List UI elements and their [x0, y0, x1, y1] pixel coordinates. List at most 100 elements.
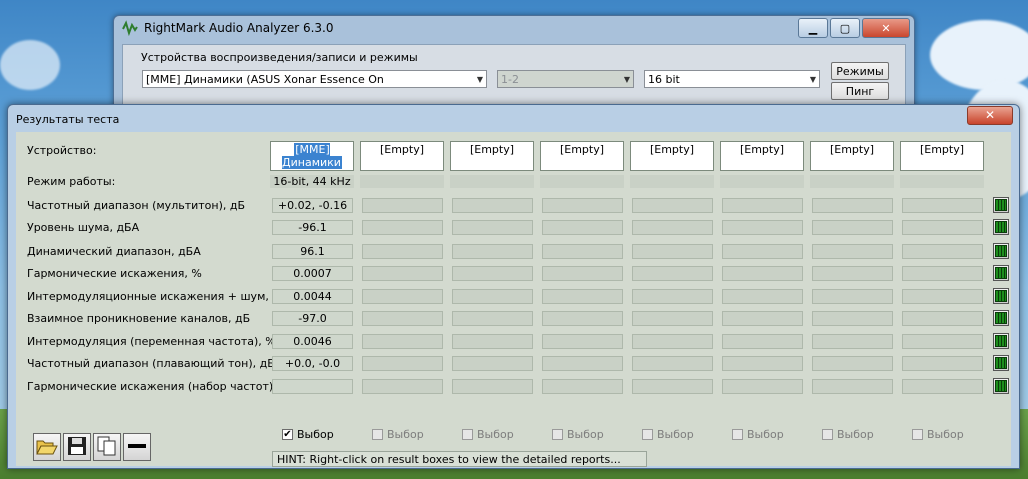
result-cell[interactable]: [722, 311, 803, 326]
result-cell[interactable]: [812, 356, 893, 371]
result-cell[interactable]: [362, 266, 443, 281]
result-cell[interactable]: [542, 198, 623, 213]
result-cell[interactable]: [632, 220, 713, 235]
result-cell[interactable]: 0.0046: [272, 334, 353, 349]
select-checkbox-2[interactable]: Выбор: [372, 428, 424, 441]
result-cell[interactable]: [542, 244, 623, 259]
result-cell[interactable]: [812, 379, 893, 394]
result-cell[interactable]: [452, 220, 533, 235]
result-cell[interactable]: [362, 289, 443, 304]
result-cell[interactable]: [812, 334, 893, 349]
report-grid-button[interactable]: [993, 310, 1009, 326]
device-box-6[interactable]: [Empty]: [720, 141, 804, 171]
select-checkbox-6[interactable]: Выбор: [732, 428, 784, 441]
result-cell[interactable]: [812, 266, 893, 281]
result-cell[interactable]: [722, 266, 803, 281]
result-cell[interactable]: [902, 356, 983, 371]
result-cell[interactable]: [722, 356, 803, 371]
result-cell[interactable]: [902, 334, 983, 349]
result-cell[interactable]: +0.0, -0.0: [272, 356, 353, 371]
result-cell[interactable]: [722, 334, 803, 349]
modes-button[interactable]: Режимы: [831, 62, 889, 80]
result-cell[interactable]: [542, 379, 623, 394]
select-checkbox-7[interactable]: Выбор: [822, 428, 874, 441]
result-cell[interactable]: [902, 311, 983, 326]
minimize-button[interactable]: ▁: [798, 18, 828, 38]
result-cell[interactable]: [632, 244, 713, 259]
maximize-button[interactable]: ▢: [830, 18, 860, 38]
result-cell[interactable]: [362, 311, 443, 326]
result-cell[interactable]: [272, 379, 353, 394]
report-grid-button[interactable]: [993, 355, 1009, 371]
result-cell[interactable]: [902, 379, 983, 394]
result-cell[interactable]: [632, 311, 713, 326]
result-cell[interactable]: -97.0: [272, 311, 353, 326]
result-cell[interactable]: [632, 356, 713, 371]
result-cell[interactable]: [452, 356, 533, 371]
result-cell[interactable]: 96.1: [272, 244, 353, 259]
result-cell[interactable]: [902, 198, 983, 213]
result-cell[interactable]: [452, 244, 533, 259]
result-cell[interactable]: [542, 334, 623, 349]
result-cell[interactable]: [632, 334, 713, 349]
result-cell[interactable]: [542, 266, 623, 281]
result-cell[interactable]: [542, 311, 623, 326]
ping-button[interactable]: Пинг: [831, 82, 889, 100]
result-cell[interactable]: 0.0007: [272, 266, 353, 281]
report-grid-button[interactable]: [993, 288, 1009, 304]
result-cell[interactable]: [362, 379, 443, 394]
device-box-5[interactable]: [Empty]: [630, 141, 714, 171]
report-grid-button[interactable]: [993, 243, 1009, 259]
select-checkbox-1[interactable]: ✔ Выбор: [282, 428, 334, 441]
result-cell[interactable]: [632, 266, 713, 281]
result-cell[interactable]: [722, 198, 803, 213]
open-button[interactable]: [33, 433, 61, 461]
device-box-4[interactable]: [Empty]: [540, 141, 624, 171]
select-checkbox-4[interactable]: Выбор: [552, 428, 604, 441]
result-cell[interactable]: [542, 289, 623, 304]
result-cell[interactable]: [902, 266, 983, 281]
result-cell[interactable]: [902, 220, 983, 235]
result-cell[interactable]: [632, 198, 713, 213]
report-grid-button[interactable]: [993, 197, 1009, 213]
result-cell[interactable]: [722, 379, 803, 394]
result-cell[interactable]: [902, 244, 983, 259]
result-cell[interactable]: [542, 220, 623, 235]
bits-combo[interactable]: 16 bit ▼: [644, 70, 820, 88]
result-cell[interactable]: +0.02, -0.16: [272, 198, 353, 213]
save-button[interactable]: [63, 433, 91, 461]
result-cell[interactable]: [812, 244, 893, 259]
device-box-3[interactable]: [Empty]: [450, 141, 534, 171]
result-cell[interactable]: [632, 379, 713, 394]
select-checkbox-8[interactable]: Выбор: [912, 428, 964, 441]
select-checkbox-3[interactable]: Выбор: [462, 428, 514, 441]
result-cell[interactable]: [452, 289, 533, 304]
results-close-button[interactable]: ✕: [967, 106, 1013, 125]
result-cell[interactable]: [722, 220, 803, 235]
select-checkbox-5[interactable]: Выбор: [642, 428, 694, 441]
result-cell[interactable]: [902, 289, 983, 304]
report-grid-button[interactable]: [993, 219, 1009, 235]
copy-button[interactable]: [93, 433, 121, 461]
device-box-7[interactable]: [Empty]: [810, 141, 894, 171]
result-cell[interactable]: -96.1: [272, 220, 353, 235]
device-box-1[interactable]: [MME] Динамики: [270, 141, 354, 171]
report-grid-button[interactable]: [993, 265, 1009, 281]
report-grid-button[interactable]: [993, 333, 1009, 349]
result-cell[interactable]: 0.0044: [272, 289, 353, 304]
device-combo[interactable]: [MME] Динамики (ASUS Xonar Essence On ▼: [142, 70, 487, 88]
result-cell[interactable]: [362, 220, 443, 235]
result-cell[interactable]: [812, 220, 893, 235]
result-cell[interactable]: [362, 198, 443, 213]
result-cell[interactable]: [452, 334, 533, 349]
report-grid-button[interactable]: [993, 378, 1009, 394]
result-cell[interactable]: [362, 244, 443, 259]
result-cell[interactable]: [452, 311, 533, 326]
clear-button[interactable]: [123, 433, 151, 461]
close-button[interactable]: ✕: [862, 18, 910, 38]
result-cell[interactable]: [812, 311, 893, 326]
device-box-8[interactable]: [Empty]: [900, 141, 984, 171]
result-cell[interactable]: [812, 198, 893, 213]
result-cell[interactable]: [722, 289, 803, 304]
result-cell[interactable]: [452, 266, 533, 281]
